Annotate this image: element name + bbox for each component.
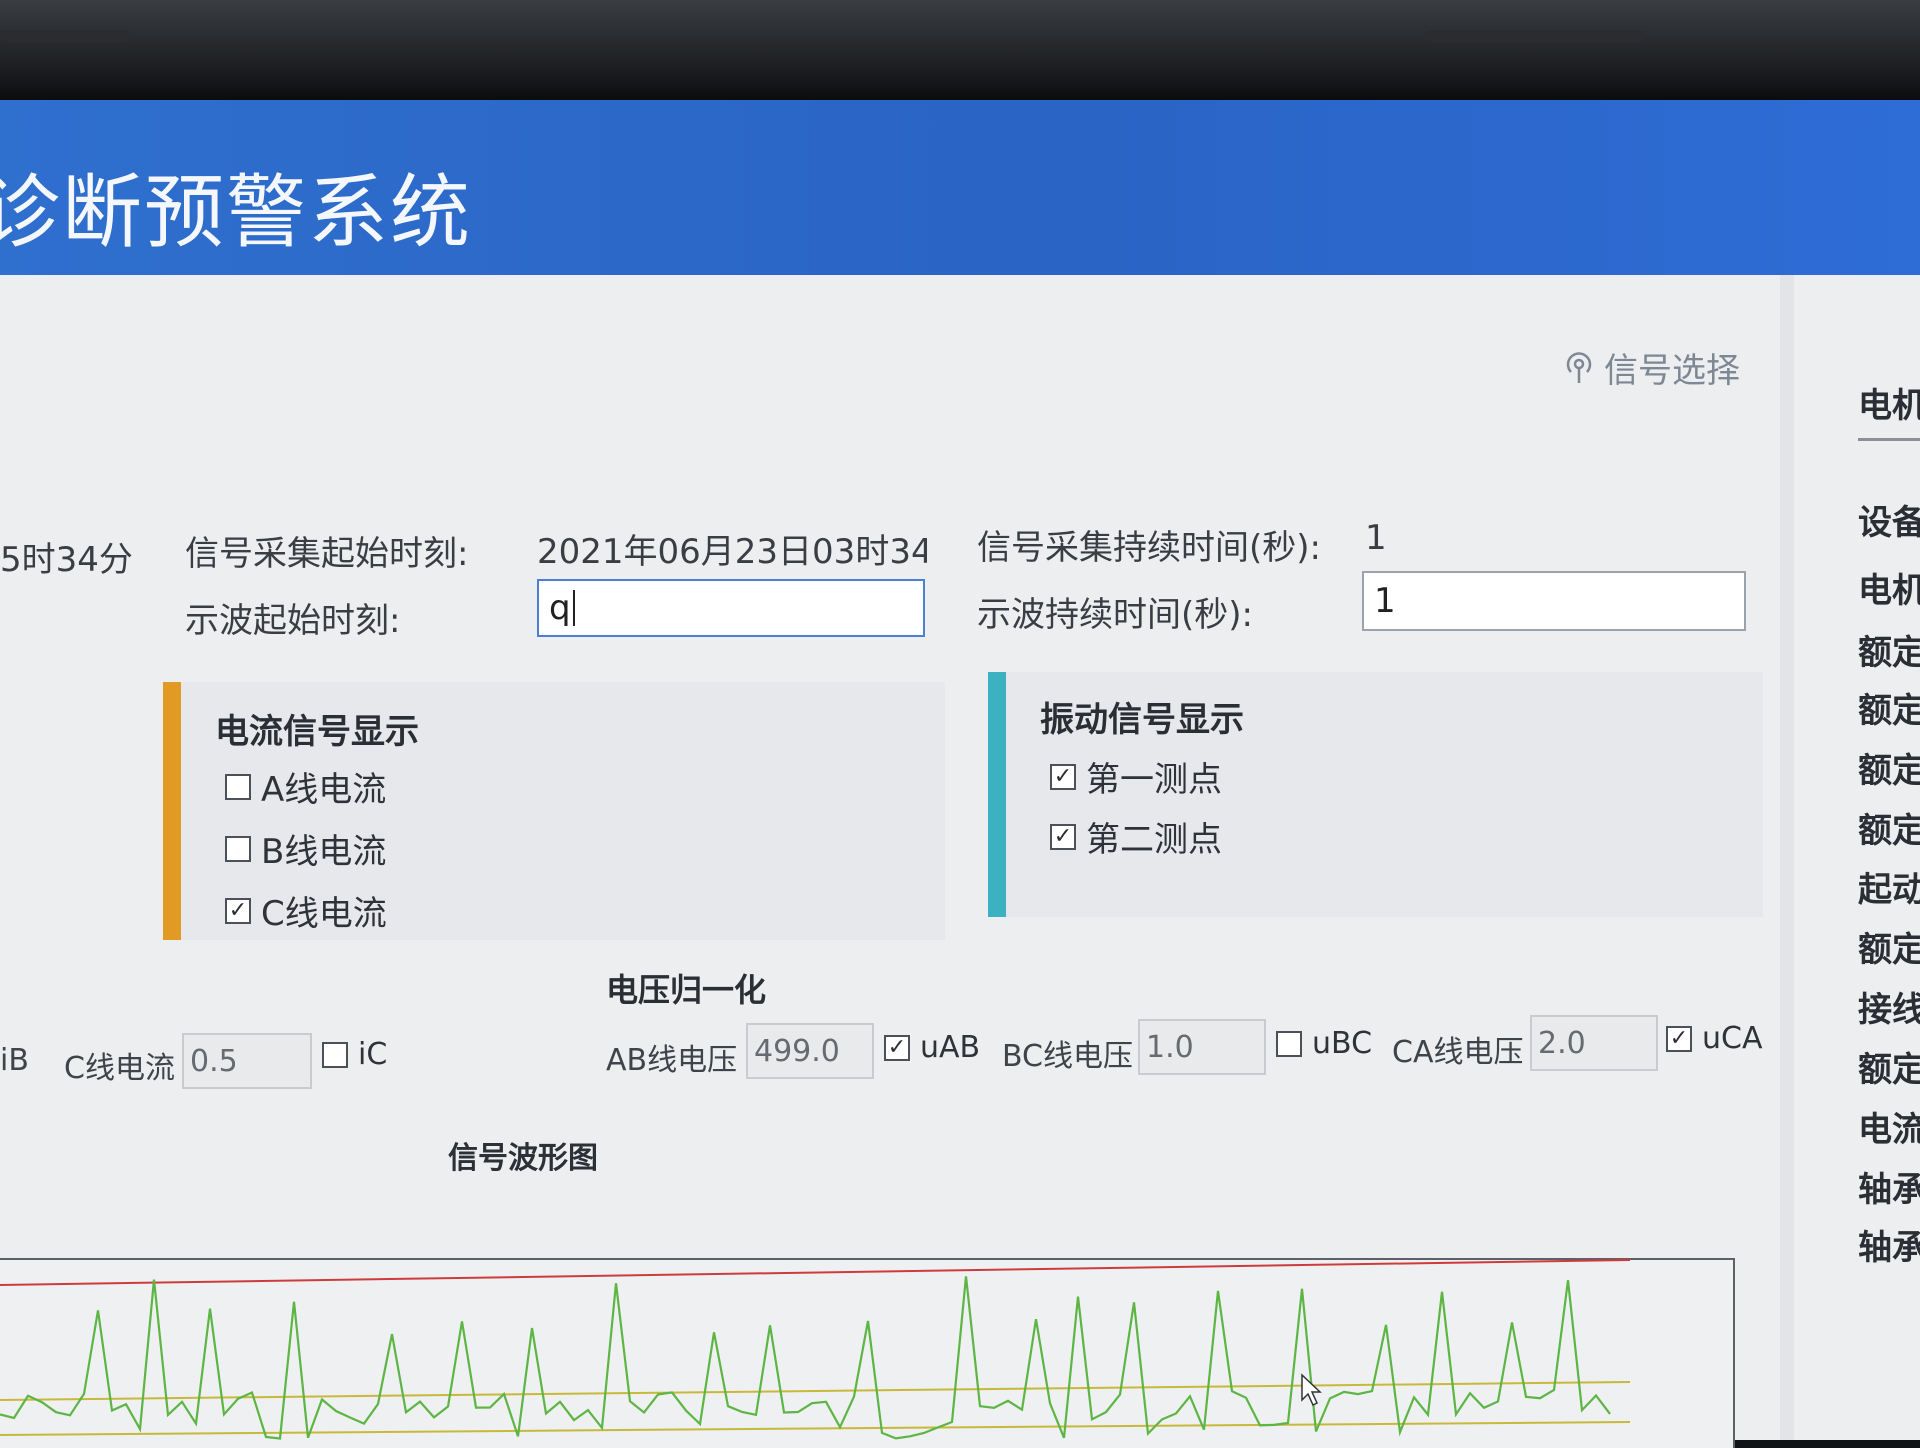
ca-voltage-value: 2.0 (1538, 1025, 1586, 1061)
bezel-notch-right (1425, 30, 1645, 42)
right-sidebar-item: 额定 (1858, 1050, 1920, 1090)
c-current-input-value: 0.5 (190, 1043, 238, 1079)
osc-start-input-value: q (549, 588, 571, 628)
acq-duration-value: 1 (1365, 518, 1387, 558)
ab-voltage-label: AB线电压 (606, 1043, 738, 1078)
right-sidebar-item: 电机 (1858, 571, 1920, 611)
right-sidebar-item: 额定 (1858, 633, 1920, 673)
right-sidebar-item: 额定 (1858, 751, 1920, 791)
ca-voltage-input[interactable]: 2.0 (1530, 1015, 1658, 1071)
bc-voltage-input[interactable]: 1.0 (1138, 1019, 1266, 1075)
checkbox-ic[interactable]: iC (322, 1037, 387, 1072)
signal-antenna-icon (1566, 351, 1592, 383)
checkbox-c-current[interactable]: ✓ C线电流 (225, 886, 387, 935)
lower-limit-line (0, 1421, 1631, 1436)
checkbox-ubc[interactable]: uBC (1276, 1026, 1372, 1061)
checkbox-uab-box: ✓ (884, 1034, 910, 1061)
c-current-input[interactable]: 0.5 (182, 1033, 312, 1089)
checkbox-ubc-box (1276, 1030, 1302, 1057)
mid-limit-line (0, 1381, 1631, 1401)
right-sidebar-item: 设备 (1858, 503, 1920, 543)
main-content: 信号选择 5时34分 信号采集起始时刻: 2021年06月23日03时34 信号… (0, 275, 1780, 1448)
right-sidebar-item: 额定 (1858, 930, 1920, 970)
osc-duration-input-value: 1 (1374, 581, 1396, 621)
checkbox-ic-box (322, 1041, 348, 1068)
sidebar-divider (1780, 275, 1794, 1440)
waveform-title: 信号波形图 (448, 1141, 598, 1176)
acq-duration-label: 信号采集持续时间(秒): (977, 528, 1321, 568)
checkbox-ubc-label: uBC (1312, 1026, 1373, 1061)
c-current-label: C线电流 (64, 1051, 175, 1086)
checkbox-point-2[interactable]: ✓ 第二测点 (1050, 812, 1222, 861)
current-panel-accent-bar (163, 682, 181, 940)
checkbox-b-current[interactable]: B线电流 (225, 824, 386, 873)
signal-trace (0, 1276, 1611, 1440)
checkbox-point-1-label: 第一测点 (1086, 760, 1222, 800)
right-sidebar-item: 接线 (1858, 990, 1920, 1030)
ca-voltage-label: CA线电压 (1392, 1035, 1524, 1070)
signal-select-button[interactable]: 信号选择 (1562, 343, 1740, 392)
title-bar: 诊断预警系统 (0, 100, 1920, 275)
checkbox-uca-label: uCA (1702, 1021, 1763, 1056)
checkbox-a-current[interactable]: A线电流 (225, 762, 386, 811)
current-panel-title: 电流信号显示 (215, 712, 419, 752)
checkbox-point-1[interactable]: ✓ 第一测点 (1050, 752, 1222, 801)
checkbox-c-box: ✓ (225, 897, 251, 924)
right-sidebar-item: 轴承 (1858, 1170, 1920, 1210)
osc-duration-input[interactable]: 1 (1362, 571, 1746, 631)
checkbox-c-label: C线电流 (261, 894, 387, 934)
ib-label: iB (0, 1043, 29, 1078)
waveform-plot (0, 1259, 1631, 1440)
right-sidebar-item: 起动 (1858, 870, 1920, 910)
prev-time-fragment: 5时34分 (0, 540, 133, 580)
checkbox-a-label: A线电流 (261, 770, 387, 810)
signal-select-label: 信号选择 (1604, 351, 1740, 391)
monitor-bezel (0, 0, 1920, 100)
checkbox-ic-label: iC (358, 1037, 388, 1072)
checkbox-b-box (225, 835, 251, 862)
checkbox-uca[interactable]: ✓ uCA (1666, 1021, 1762, 1056)
ab-voltage-value: 499.0 (754, 1033, 840, 1069)
bc-voltage-label: BC线电压 (1002, 1039, 1134, 1074)
vibration-panel-accent-bar (988, 672, 1006, 917)
checkbox-point-1-box: ✓ (1050, 763, 1076, 790)
right-sidebar-item: 额定 (1858, 691, 1920, 731)
vibration-signal-panel: 振动信号显示 ✓ 第一测点 ✓ 第二测点 (988, 672, 1763, 917)
current-signal-panel: 电流信号显示 A线电流 B线电流 ✓ C线电流 (163, 682, 945, 940)
osc-start-input[interactable]: q (537, 579, 925, 637)
right-sidebar-underline (1858, 438, 1920, 441)
upper-limit-line (0, 1259, 1631, 1286)
checkbox-point-2-label: 第二测点 (1086, 820, 1222, 860)
text-caret (572, 590, 575, 626)
checkbox-uca-box: ✓ (1666, 1025, 1692, 1052)
screen: 诊断预警系统 信号选择 5时34分 信号采集起始时刻: 2021年06月23日0… (0, 100, 1920, 1448)
checkbox-b-label: B线电流 (261, 832, 387, 872)
right-sidebar-item: 电机 (1858, 386, 1920, 426)
right-sidebar-item: 额定 (1858, 811, 1920, 851)
right-sidebar-item: 轴承 (1858, 1228, 1920, 1268)
acq-start-label: 信号采集起始时刻: (185, 534, 469, 574)
osc-duration-label: 示波持续时间(秒): (977, 595, 1253, 635)
checkbox-a-box (225, 773, 251, 800)
acq-start-value: 2021年06月23日03时34 (537, 532, 927, 572)
voltage-norm-title: 电压归一化 (606, 971, 767, 1009)
checkbox-uab[interactable]: ✓ uAB (884, 1030, 980, 1065)
checkbox-point-2-box: ✓ (1050, 823, 1076, 850)
checkbox-uab-label: uAB (920, 1030, 981, 1065)
bc-voltage-value: 1.0 (1146, 1029, 1194, 1065)
osc-start-label: 示波起始时刻: (185, 601, 401, 641)
app-title: 诊断预警系统 (0, 166, 472, 259)
right-sidebar-item: 电流 (1858, 1110, 1920, 1150)
bezel-notch-left (0, 30, 130, 42)
vibration-panel-title: 振动信号显示 (1040, 700, 1244, 740)
ab-voltage-input[interactable]: 499.0 (746, 1023, 874, 1079)
